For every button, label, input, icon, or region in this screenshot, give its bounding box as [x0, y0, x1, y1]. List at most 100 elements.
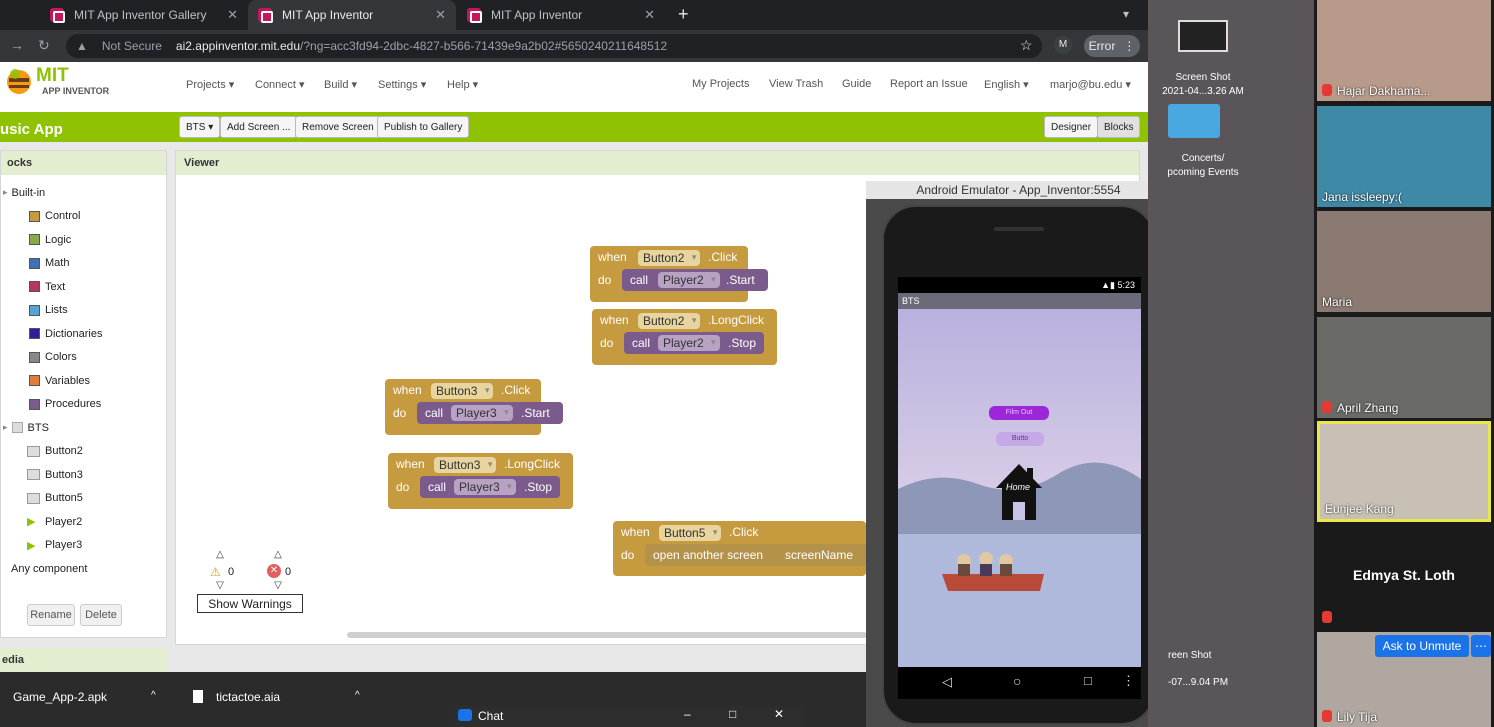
component-item-button5[interactable]: Button5 — [1, 487, 166, 511]
participant-tile[interactable]: Edmya St. Loth — [1317, 527, 1491, 628]
component-item-button2[interactable]: Button2 — [1, 440, 166, 464]
menu-projects[interactable]: Projects ▾ — [186, 78, 234, 91]
maximize-icon[interactable]: □ — [729, 707, 736, 721]
minimize-icon[interactable]: – — [684, 707, 691, 721]
home-house-icon[interactable] — [994, 462, 1044, 522]
horizontal-scrollbar[interactable] — [347, 632, 867, 638]
link-guide[interactable]: Guide — [842, 78, 871, 90]
designer-button[interactable]: Designer — [1044, 116, 1099, 138]
tab-app-inventor-active[interactable]: MIT App Inventor ✕ — [248, 0, 456, 30]
errors-down-arrow-icon[interactable]: ▽ — [268, 580, 288, 591]
add-screen-button[interactable]: Add Screen ... — [220, 116, 298, 138]
more-options-icon[interactable]: ⋯ — [1471, 635, 1491, 657]
event-block-button2-longclick[interactable]: when Button2 .LongClick do call Player2 … — [592, 309, 777, 365]
blocks-button[interactable]: Blocks — [1097, 116, 1141, 138]
close-icon[interactable]: ✕ — [435, 7, 446, 23]
publish-gallery-button[interactable]: Publish to Gallery — [377, 116, 470, 138]
menu-settings[interactable]: Settings ▾ — [378, 78, 426, 91]
show-warnings-button[interactable]: Show Warnings — [197, 594, 303, 613]
screenshot-thumbnail[interactable] — [1178, 20, 1228, 52]
download-item-apk[interactable]: Game_App-2.apk — [13, 690, 107, 704]
tab-search-icon[interactable]: ▾ — [1123, 7, 1129, 21]
participant-tile[interactable]: Jana issleepy:( — [1317, 106, 1491, 207]
builtin-item-logic[interactable]: Logic — [1, 228, 166, 252]
delete-button[interactable]: Delete — [80, 604, 122, 626]
account-menu[interactable]: marjo@bu.edu ▾ — [1050, 78, 1131, 91]
builtin-item-procedures[interactable]: Procedures — [1, 393, 166, 417]
open-screen-block[interactable]: open another screen screenName — [645, 544, 870, 566]
component-dropdown[interactable]: Button5 — [659, 525, 722, 541]
error-button[interactable]: Error ⋮ — [1084, 35, 1140, 57]
component-item-player3[interactable]: ▶ Player3 — [1, 534, 166, 558]
call-block[interactable]: call Player2 .Start — [622, 269, 768, 291]
participant-tile[interactable]: Ask to Unmute ⋯ Lily Tija — [1317, 632, 1491, 727]
tab-gallery[interactable]: MIT App Inventor Gallery ✕ — [40, 0, 248, 30]
close-icon[interactable]: ✕ — [774, 707, 784, 721]
menu-connect[interactable]: Connect ▾ — [255, 78, 305, 91]
event-block-button5-click[interactable]: when Button5 .Click do open another scre… — [613, 521, 870, 576]
forward-icon[interactable]: → — [10, 37, 24, 53]
event-block-button3-longclick[interactable]: when Button3 .LongClick do call Player3 … — [388, 453, 573, 509]
phone-screen[interactable]: ▲▮ 5:23 BTS Film Out Butto Home — [898, 277, 1141, 667]
component-item-player2[interactable]: ▶ Player2 — [1, 510, 166, 534]
target-dropdown[interactable]: Player3 — [451, 405, 513, 421]
url-field[interactable]: ▲ Not Secure ai2.appinventor.mit.edu /?n… — [66, 34, 1042, 58]
app-button[interactable]: Butto — [996, 432, 1044, 446]
call-block[interactable]: call Player3 .Start — [417, 402, 563, 424]
participant-tile[interactable]: April Zhang — [1317, 317, 1491, 418]
ask-to-unmute-button[interactable]: Ask to Unmute — [1375, 635, 1469, 657]
event-block-button3-click[interactable]: when Button3 .Click do call Player3 .Sta… — [385, 379, 563, 435]
target-dropdown[interactable]: Player2 — [658, 272, 720, 288]
nav-back-icon[interactable]: ◁ — [942, 674, 952, 690]
menu-help[interactable]: Help ▾ — [447, 78, 478, 91]
warnings-down-arrow-icon[interactable]: ▽ — [210, 580, 230, 591]
desktop-file-2[interactable]: reen Shot — [1168, 650, 1238, 661]
screen-folder[interactable]: ▸ BTS — [1, 416, 166, 440]
bookmark-star-icon[interactable]: ☆ — [1020, 37, 1033, 54]
screen-select-button[interactable]: BTS ▾ — [179, 116, 221, 138]
remove-screen-button[interactable]: Remove Screen — [295, 116, 381, 138]
new-tab-icon[interactable]: + — [678, 4, 689, 25]
component-item-button3[interactable]: Button3 — [1, 463, 166, 487]
builtin-item-control[interactable]: Control — [1, 205, 166, 229]
download-item-aia[interactable]: tictactoe.aia — [216, 690, 280, 704]
reload-icon[interactable]: ↻ — [38, 37, 50, 54]
link-view-trash[interactable]: View Trash — [769, 78, 823, 90]
rename-button[interactable]: Rename — [27, 604, 75, 626]
nav-home-icon[interactable]: ○ — [1013, 673, 1021, 689]
participant-tile-active[interactable]: Eunjee Kang — [1317, 421, 1491, 522]
builtin-item-colors[interactable]: Colors — [1, 346, 166, 370]
warnings-up-arrow-icon[interactable]: △ — [210, 549, 230, 560]
builtin-folder[interactable]: ▸ Built-in — [1, 181, 166, 205]
nav-recents-icon[interactable]: □ — [1084, 673, 1092, 688]
component-dropdown[interactable]: Button2 — [638, 250, 701, 266]
builtin-item-math[interactable]: Math — [1, 252, 166, 276]
errors-up-arrow-icon[interactable]: △ — [268, 549, 288, 560]
link-report-issue[interactable]: Report an Issue — [890, 78, 968, 90]
nav-menu-icon[interactable]: ⋮ — [1122, 673, 1135, 689]
call-block[interactable]: call Player3 .Stop — [420, 476, 560, 498]
any-component-folder[interactable]: Any component — [1, 557, 166, 581]
target-dropdown[interactable]: Player2 — [658, 335, 720, 351]
app-inventor-logo[interactable]: MIT APP INVENTOR — [4, 65, 114, 102]
film-out-button[interactable]: Film Out — [989, 406, 1049, 420]
component-dropdown[interactable]: Button2 — [638, 313, 701, 329]
close-icon[interactable]: ✕ — [227, 7, 238, 23]
language-select[interactable]: English ▾ — [984, 78, 1029, 91]
event-block-button2-click[interactable]: when Button2 .Click do call Player2 .Sta… — [590, 246, 768, 302]
tab-app-inventor[interactable]: MIT App Inventor ✕ — [457, 0, 665, 30]
link-my-projects[interactable]: My Projects — [692, 78, 749, 90]
desktop-file-name[interactable]: Screen Shot — [1148, 72, 1258, 83]
folder-icon[interactable] — [1168, 104, 1220, 138]
builtin-item-variables[interactable]: Variables — [1, 369, 166, 393]
chevron-up-icon[interactable]: ^ — [355, 690, 360, 701]
menu-build[interactable]: Build ▾ — [324, 78, 357, 91]
builtin-item-dictionaries[interactable]: Dictionaries — [1, 322, 166, 346]
profile-avatar[interactable]: M — [1054, 36, 1072, 54]
builtin-item-text[interactable]: Text — [1, 275, 166, 299]
participant-tile[interactable]: Maria — [1317, 211, 1491, 312]
folder-name[interactable]: Concerts/ — [1148, 153, 1258, 164]
chevron-up-icon[interactable]: ^ — [151, 690, 156, 701]
call-block[interactable]: call Player2 .Stop — [624, 332, 764, 354]
component-dropdown[interactable]: Button3 — [434, 457, 497, 473]
